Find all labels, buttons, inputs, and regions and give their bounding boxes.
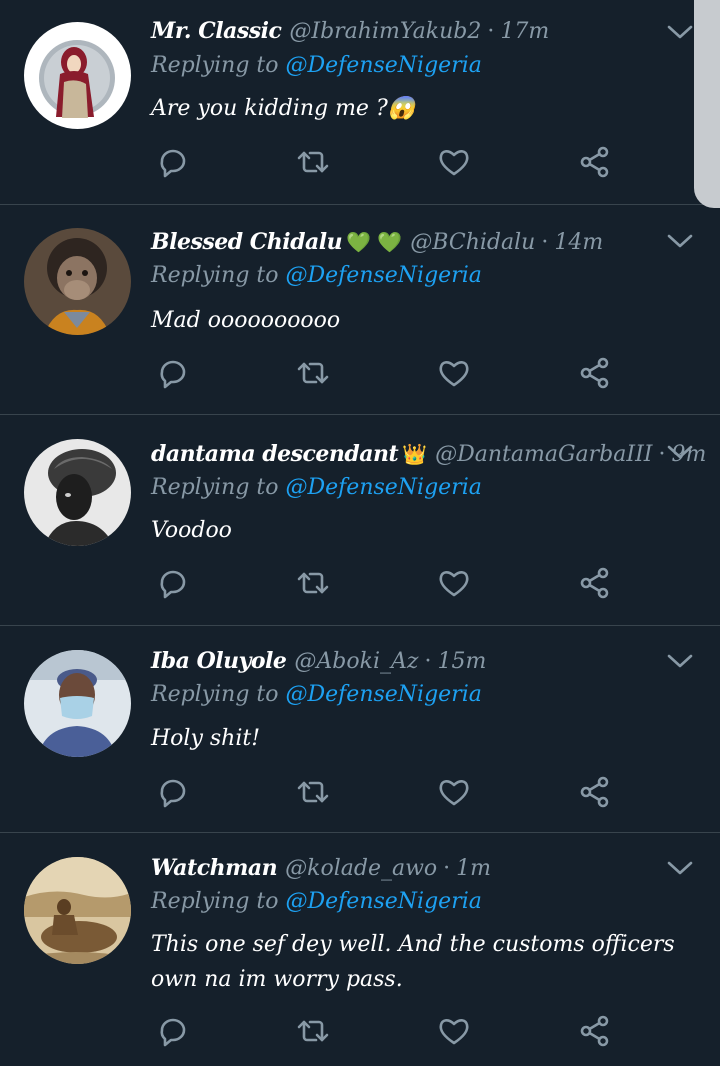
- retweet-icon[interactable]: [295, 1013, 331, 1049]
- tweet-actions: [0, 144, 720, 184]
- retweet-icon[interactable]: [295, 144, 331, 180]
- tweet-text: Are you kidding me ?😱: [151, 96, 416, 121]
- tweet-text: Holy shit!: [151, 726, 261, 751]
- replying-to: Replying to @DefenseNigeria: [151, 682, 482, 714]
- mention-link[interactable]: @DefenseNigeria: [286, 889, 482, 914]
- retweet-icon[interactable]: [295, 355, 331, 391]
- tweet-actions: [0, 565, 720, 605]
- mention-link[interactable]: @DefenseNigeria: [286, 263, 482, 288]
- replying-to: Replying to @DefenseNigeria: [151, 53, 482, 85]
- share-icon[interactable]: [577, 144, 613, 180]
- heart-icon[interactable]: [436, 565, 472, 601]
- user-handle[interactable]: @BChidalu: [410, 230, 535, 255]
- tweet-header: Iba Oluyole @Aboki_Az · 15m: [151, 644, 486, 678]
- mention-link[interactable]: @DefenseNigeria: [286, 53, 482, 78]
- name-emoji: 👑: [402, 442, 428, 466]
- timestamp[interactable]: 17m: [500, 19, 549, 44]
- tweet-header: Mr. Classic @IbrahimYakub2 · 17m: [151, 14, 549, 48]
- replying-prefix: Replying to: [151, 475, 279, 500]
- chevron-down-icon[interactable]: [666, 22, 694, 42]
- replying-to: Replying to @DefenseNigeria: [151, 263, 482, 295]
- chevron-down-icon[interactable]: [666, 858, 694, 878]
- chevron-down-icon[interactable]: [666, 231, 694, 251]
- display-name[interactable]: Iba Oluyole: [151, 648, 287, 674]
- chevron-down-icon[interactable]: [666, 442, 694, 462]
- display-name[interactable]: dantama descendant: [151, 441, 399, 467]
- tweet-actions: [0, 355, 720, 395]
- display-name[interactable]: Watchman: [151, 855, 278, 881]
- share-icon[interactable]: [577, 565, 613, 601]
- user-handle[interactable]: @Aboki_Az: [294, 649, 418, 674]
- avatar[interactable]: [24, 857, 131, 964]
- reply-icon[interactable]: [154, 144, 190, 180]
- replying-prefix: Replying to: [151, 682, 279, 707]
- heart-icon[interactable]: [436, 144, 472, 180]
- replying-prefix: Replying to: [151, 889, 279, 914]
- separator-dot: ·: [658, 441, 666, 467]
- tweet-header: Watchman @kolade_awo · 1m: [151, 851, 491, 885]
- heart-icon[interactable]: [436, 1013, 472, 1049]
- replying-to: Replying to @DefenseNigeria: [151, 475, 482, 507]
- retweet-icon[interactable]: [295, 565, 331, 601]
- tweet-header: dantama descendant 👑 @DantamaGarbaIII · …: [151, 437, 706, 471]
- user-handle[interactable]: @kolade_awo: [285, 856, 437, 881]
- avatar[interactable]: [24, 650, 131, 757]
- share-icon[interactable]: [577, 355, 613, 391]
- avatar[interactable]: [24, 22, 131, 129]
- timestamp[interactable]: 1m: [456, 856, 491, 881]
- replying-prefix: Replying to: [151, 263, 279, 288]
- timestamp[interactable]: 15m: [437, 649, 486, 674]
- timestamp[interactable]: 14m: [554, 230, 603, 255]
- replying-to: Replying to @DefenseNigeria: [151, 889, 482, 921]
- retweet-icon[interactable]: [295, 774, 331, 810]
- name-emoji: 💚 💚: [346, 230, 403, 254]
- heart-icon[interactable]: [436, 774, 472, 810]
- separator-dot: ·: [487, 18, 495, 44]
- tweet[interactable]: Watchman @kolade_awo · 1m Replying to @D…: [0, 833, 720, 1066]
- tweet[interactable]: Iba Oluyole @Aboki_Az · 15m Replying to …: [0, 626, 720, 833]
- user-handle[interactable]: @IbrahimYakub2: [289, 19, 481, 44]
- scrollbar-thumb[interactable]: [694, 0, 720, 208]
- reply-icon[interactable]: [154, 774, 190, 810]
- share-icon[interactable]: [577, 1013, 613, 1049]
- separator-dot: ·: [424, 648, 432, 674]
- avatar[interactable]: [24, 228, 131, 335]
- user-handle[interactable]: @DantamaGarbaIII: [435, 442, 652, 467]
- reply-icon[interactable]: [154, 1013, 190, 1049]
- share-icon[interactable]: [577, 774, 613, 810]
- separator-dot: ·: [443, 855, 451, 881]
- separator-dot: ·: [541, 229, 549, 255]
- tweet[interactable]: dantama descendant 👑 @DantamaGarbaIII · …: [0, 415, 720, 626]
- mention-link[interactable]: @DefenseNigeria: [286, 682, 482, 707]
- chevron-down-icon[interactable]: [666, 651, 694, 671]
- tweet[interactable]: Blessed Chidalu 💚 💚 @BChidalu · 14m Repl…: [0, 205, 720, 415]
- reply-icon[interactable]: [154, 565, 190, 601]
- mention-link[interactable]: @DefenseNigeria: [286, 475, 482, 500]
- reply-icon[interactable]: [154, 355, 190, 391]
- tweet-text: Mad oooooooooo: [151, 308, 341, 333]
- tweet[interactable]: Mr. Classic @IbrahimYakub2 · 17m Replyin…: [0, 0, 720, 205]
- avatar[interactable]: [24, 439, 131, 546]
- tweet-actions: [0, 774, 720, 814]
- tweet-text: Voodoo: [151, 518, 232, 543]
- replying-prefix: Replying to: [151, 53, 279, 78]
- tweet-actions: [0, 1013, 720, 1053]
- display-name[interactable]: Blessed Chidalu: [151, 229, 343, 255]
- tweet-text: This one sef dey well. And the customs o…: [151, 932, 675, 992]
- heart-icon[interactable]: [436, 355, 472, 391]
- tweet-header: Blessed Chidalu 💚 💚 @BChidalu · 14m: [151, 225, 603, 259]
- display-name[interactable]: Mr. Classic: [151, 18, 282, 44]
